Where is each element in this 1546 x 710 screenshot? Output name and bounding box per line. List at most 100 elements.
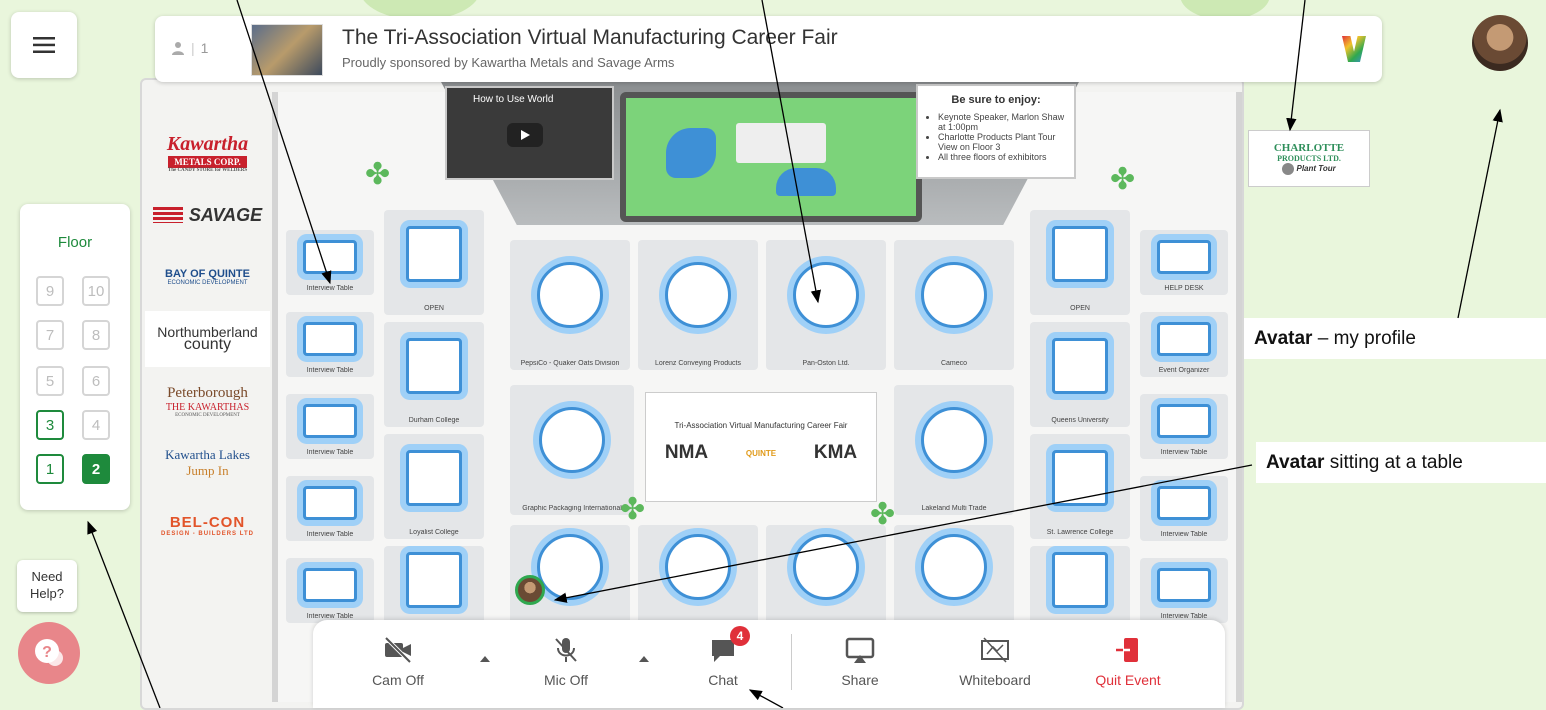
event-subtitle: Proudly sponsored by Kawartha Metals and… <box>342 55 675 70</box>
booth-table[interactable]: Lorenz Conveying Products <box>638 240 758 370</box>
booth-label: PepsiCo - Quaker Oats Division <box>520 360 620 367</box>
floor-button-10[interactable]: 10 <box>82 276 110 306</box>
sponsor-sub: ECONOMIC DEVELOPMENT <box>167 280 248 286</box>
booth-table[interactable]: HELP DESK <box>1140 230 1228 295</box>
floor-button-6[interactable]: 6 <box>82 366 110 396</box>
plant-tour-label: Plant Tour <box>1296 164 1336 174</box>
floor-button-5[interactable]: 5 <box>36 366 64 396</box>
booth-table[interactable]: Durham College <box>384 322 484 427</box>
floor-button-3[interactable]: 3 <box>36 410 64 440</box>
booth-label: Graphic Packaging International <box>522 505 622 512</box>
sponsor-logo-bay-of-quinte[interactable]: BAY OF QUINTE ECONOMIC DEVELOPMENT <box>145 249 270 305</box>
charlotte-products-plant-tour[interactable]: CHARLOTTE PRODUCTS LTD. Plant Tour <box>1248 130 1370 187</box>
chevron-up-icon <box>639 656 649 662</box>
booth-table[interactable]: Graphic Packaging International <box>510 385 634 515</box>
charlotte-sub: PRODUCTS LTD. <box>1277 154 1341 163</box>
seated-avatar[interactable] <box>515 575 545 605</box>
table-icon <box>921 534 987 600</box>
chat-button[interactable]: 4 Chat <box>688 626 758 688</box>
booth-table[interactable] <box>1030 546 1130 626</box>
menu-button[interactable] <box>11 12 77 78</box>
booth-label: St. Lawrence College <box>1046 529 1114 536</box>
booth-table[interactable]: Lakeland Multi Trade <box>894 385 1014 515</box>
booth-table[interactable]: Interview Table <box>286 230 374 295</box>
plant-tour-link[interactable]: Plant Tour <box>1282 163 1336 175</box>
booth-table[interactable]: Loyalist College <box>384 434 484 539</box>
participant-counter[interactable]: | 1 <box>171 40 208 56</box>
booth-table[interactable]: St. Lawrence College <box>1030 434 1130 539</box>
plant-icon: ✤ <box>620 493 646 526</box>
booth-table[interactable] <box>638 525 758 625</box>
sponsor-logo-northumberland[interactable]: Northumberland county <box>145 311 270 367</box>
mic-off-icon <box>555 638 577 662</box>
booth-table[interactable]: Queens University <box>1030 322 1130 427</box>
booth-table[interactable]: PepsiCo - Quaker Oats Division <box>510 240 630 370</box>
booth-table[interactable] <box>894 525 1014 625</box>
booth-table[interactable]: OPEN <box>384 210 484 315</box>
booth-table[interactable]: Interview Table <box>286 312 374 377</box>
play-icon <box>1282 163 1295 175</box>
whiteboard-button[interactable]: Whiteboard <box>945 636 1045 688</box>
quit-event-button[interactable]: Quit Event <box>1083 636 1173 688</box>
my-profile-avatar[interactable] <box>1472 15 1528 71</box>
booth-label: Interview Table <box>1160 531 1208 538</box>
floor-button-9[interactable]: 9 <box>36 276 64 306</box>
share-button[interactable]: Share <box>825 636 895 688</box>
sponsor-logo-savage[interactable]: SAVAGE <box>145 187 270 243</box>
sponsor-name: Peterborough <box>167 384 248 401</box>
chat-unread-badge: 4 <box>730 626 750 646</box>
floor-button-7[interactable]: 7 <box>36 320 64 350</box>
booth-table[interactable] <box>766 525 886 625</box>
booth-table[interactable]: Interview Table <box>1140 394 1228 459</box>
booth-table[interactable]: Interview Table <box>1140 558 1228 623</box>
callout-text: sitting at a table <box>1324 452 1463 473</box>
table-icon <box>537 261 603 328</box>
booth-table[interactable]: OPEN <box>1030 210 1130 315</box>
sponsor-logo-peterborough[interactable]: Peterborough THE KAWARTHAS ECONOMIC DEVE… <box>145 373 270 429</box>
booth-table[interactable]: Interview Table <box>286 394 374 459</box>
quinte-logo: QUINTE <box>745 448 777 458</box>
floor-button-8[interactable]: 8 <box>82 320 110 350</box>
booth-table[interactable]: Interview Table <box>286 558 374 623</box>
video-screen[interactable]: How to Use World <box>445 86 614 180</box>
sponsor-logo-bel-con[interactable]: BEL-CON DESIGN - BUILDERS LTD <box>145 497 270 553</box>
event-title: The Tri-Association Virtual Manufacturin… <box>342 26 838 49</box>
table-icon <box>665 261 731 328</box>
table-icon <box>539 406 605 473</box>
booth-table[interactable]: Interview Table <box>1140 476 1228 541</box>
event-thumbnail <box>251 24 323 76</box>
booth-table[interactable]: Cameco <box>894 240 1014 370</box>
cam-toggle-button[interactable]: Cam Off <box>363 636 433 688</box>
booth-label: Interview Table <box>1160 449 1208 456</box>
booth-table[interactable]: Event Organizer <box>1140 312 1228 377</box>
hamburger-icon <box>33 37 55 53</box>
booth-label: Interview Table <box>306 531 354 538</box>
cam-options-button[interactable] <box>479 650 491 666</box>
sponsor-logo-kawartha-metals[interactable]: Kawartha METALS CORP. The CANDY STORE fo… <box>145 125 270 181</box>
callout-bold: Avatar <box>1254 328 1313 349</box>
floor-button-4[interactable]: 4 <box>82 410 110 440</box>
booth-table[interactable]: Pan-Oston Ltd. <box>766 240 886 370</box>
plant-icon: ✤ <box>1110 163 1136 196</box>
notice-item: Keynote Speaker, Marlon Shaw at 1:00pm <box>938 112 1066 132</box>
floor-button-2-current[interactable]: 2 <box>82 454 110 484</box>
help-button[interactable]: ? <box>18 622 80 684</box>
sponsor-name: SAVAGE <box>188 204 263 225</box>
mic-toggle-button[interactable]: Mic Off <box>531 636 601 688</box>
play-icon[interactable] <box>507 123 543 147</box>
booth-label: Lakeland Multi Trade <box>921 505 987 512</box>
booth-table[interactable]: Interview Table <box>286 476 374 541</box>
table-icon <box>406 338 462 395</box>
sponsor-sub: Jump In <box>186 463 229 478</box>
floor-button-1[interactable]: 1 <box>36 454 64 484</box>
exit-door-icon <box>1115 638 1138 662</box>
booth-table[interactable] <box>384 546 484 626</box>
sponsor-logo-kawartha-lakes[interactable]: Kawartha Lakes Jump In <box>145 435 270 491</box>
booth-label: OPEN <box>424 305 444 312</box>
plant-icon: ✤ <box>870 498 896 531</box>
table-icon <box>1157 404 1211 439</box>
fair-banner: Tri-Association Virtual Manufacturing Ca… <box>645 392 877 502</box>
sponsor-sub: METALS CORP. <box>168 156 247 168</box>
table-icon <box>406 450 462 507</box>
mic-options-button[interactable] <box>638 650 650 666</box>
